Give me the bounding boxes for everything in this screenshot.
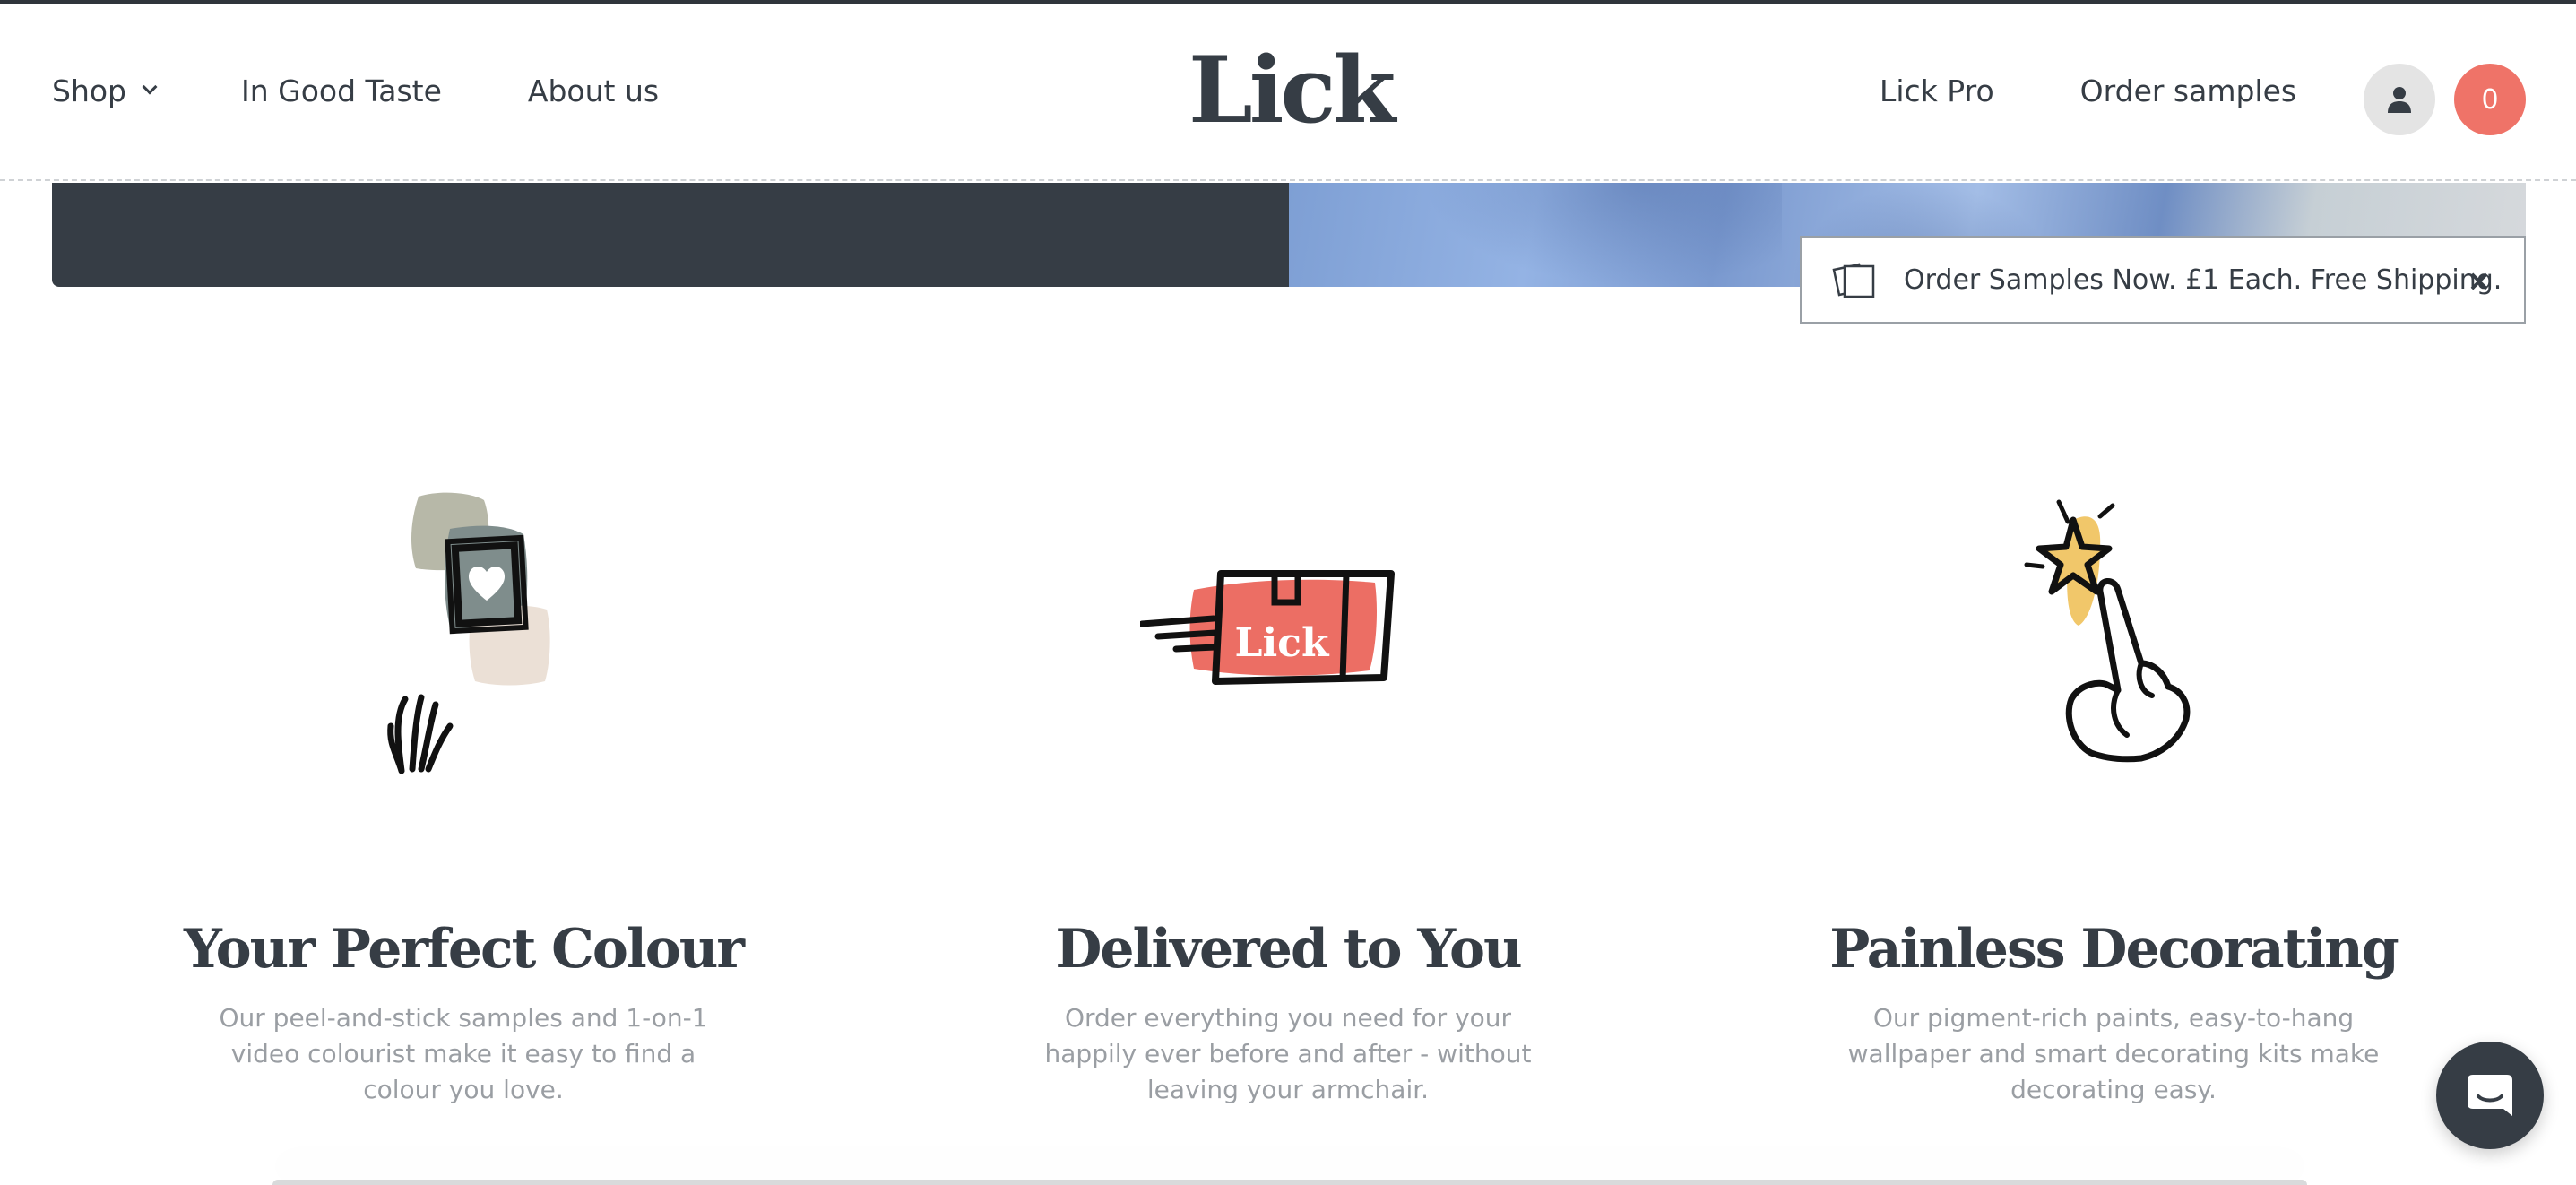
account-button[interactable]: [2364, 64, 2435, 135]
nav-order-samples[interactable]: Order samples: [2080, 74, 2296, 108]
feature-delivered: Lick Delivered to You Order everything y…: [885, 484, 1691, 1108]
feature-text: Order everything you need for your happi…: [1044, 1003, 1532, 1104]
hero-text-panel: [52, 183, 1289, 287]
site-header: Shop In Good Taste About us Lick Lick Pr…: [0, 4, 2576, 181]
feature-text: Our peel-and-stick samples and 1-on-1 vi…: [219, 1003, 708, 1104]
next-section-card: [272, 1180, 2307, 1185]
chevron-down-icon: [142, 79, 158, 94]
nav-shop-label: Shop: [52, 74, 126, 108]
feature-perfect-colour: Your Perfect Colour Our peel-and-stick s…: [60, 484, 867, 1108]
nav-about-us[interactable]: About us: [528, 74, 659, 108]
chat-bubble-icon: [2468, 1075, 2512, 1116]
box-label: Lick: [1235, 620, 1330, 666]
feature-title: Delivered to You: [1055, 918, 1522, 981]
chat-button[interactable]: [2436, 1042, 2544, 1149]
feature-painless: Painless Decorating Our pigment-rich pai…: [1710, 484, 2517, 1108]
feature-title: Painless Decorating: [1829, 918, 2399, 981]
user-icon: [2388, 87, 2411, 113]
cart-button[interactable]: 0: [2454, 64, 2526, 135]
star-hand-illustration: [2024, 499, 2191, 763]
close-icon[interactable]: ×: [2461, 263, 2497, 298]
cart-count: 0: [2481, 83, 2499, 116]
samples-toast[interactable]: Order Samples Now. £1 Each. Free Shippin…: [1800, 236, 2526, 324]
nav-lick-pro[interactable]: Lick Pro: [1880, 74, 1994, 108]
feature-title: Your Perfect Colour: [184, 918, 745, 981]
site-logo[interactable]: Lick: [1189, 45, 1396, 136]
delivery-box-illustration: Lick: [1138, 570, 1395, 685]
feature-text: Our pigment-rich paints, easy-to-hang wa…: [1847, 1003, 2380, 1104]
toast-message: Order Samples Now. £1 Each. Free Shippin…: [1904, 264, 2503, 296]
secondary-nav: Lick Pro Order samples: [1880, 74, 2296, 108]
colour-swatch-hand-illustration: [387, 492, 550, 774]
primary-nav: Shop In Good Taste About us: [52, 74, 745, 108]
nav-in-good-taste[interactable]: In Good Taste: [241, 74, 442, 108]
nav-shop[interactable]: Shop: [52, 74, 158, 108]
sample-cards-icon: [1832, 263, 1875, 298]
